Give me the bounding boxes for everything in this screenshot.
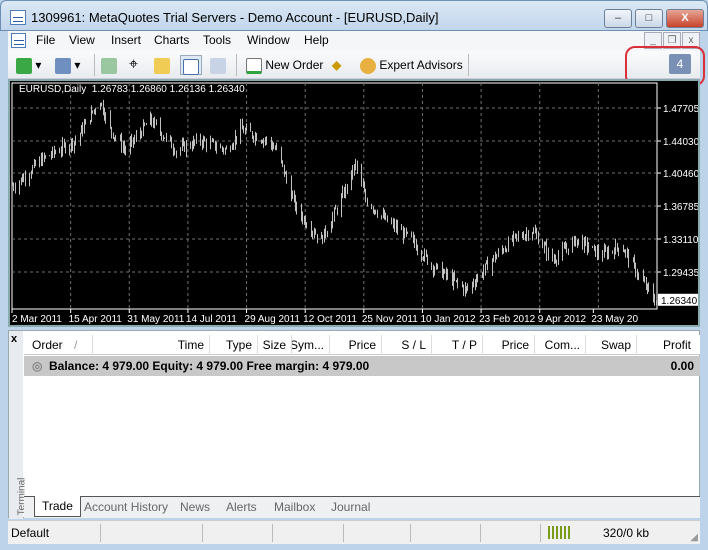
chart-canvas[interactable]: 1.47705 1.44030 1.40460 1.36785 1.33110 1.294… (10, 81, 698, 325)
close-button[interactable]: X (666, 9, 704, 28)
connection-icon (548, 526, 570, 539)
plot-border (11, 82, 658, 310)
date-tick-label: 12 Oct 2011 (303, 314, 357, 325)
minimize-button[interactable]: – (604, 9, 632, 28)
date-tick-label: 14 Jul 2011 (186, 314, 237, 325)
market-watch-icon (101, 57, 117, 74)
menu-view[interactable]: View (69, 33, 95, 47)
terminal-close-button[interactable]: x (11, 333, 17, 345)
app-icon (10, 10, 26, 25)
price-tick-label: 1.33110 (663, 235, 698, 246)
tester-button[interactable] (210, 55, 226, 75)
menu-window[interactable]: Window (247, 33, 290, 47)
traffic-text: 320/0 kb (603, 526, 650, 540)
price-tick-label: 1.29435 (663, 268, 698, 279)
menu-tools[interactable]: Tools (203, 33, 231, 47)
terminal-sidebar: x Terminal (9, 331, 27, 519)
tab-news[interactable]: News (180, 500, 210, 514)
market-watch-button[interactable] (101, 55, 117, 75)
column-header[interactable]: Size (263, 338, 286, 352)
orders-table-header: Order Time Type Size Sym... Price S / L T / P Pr… (24, 335, 700, 355)
navigator-button[interactable] (154, 55, 170, 75)
new-order-icon (246, 57, 262, 74)
tester-icon (210, 57, 226, 74)
crosshair-button[interactable]: ⌖ (129, 55, 138, 75)
new-chart-icon (16, 57, 32, 74)
date-tick-label: 15 Apr 2011 (69, 314, 123, 325)
column-header[interactable]: Price (502, 338, 529, 352)
status-bar: Default 320/0 kb ◢ (8, 520, 700, 544)
balance-row: ◎ Balance: 4 979.00 Equity: 4 979.00 Fre… (24, 356, 700, 376)
date-tick-label: 10 Jan 2012 (420, 314, 475, 325)
alert-button[interactable]: ◆ (332, 55, 341, 75)
ohlc-values: 1.26783 1.26860 1.26136 1.26340 (91, 84, 245, 95)
date-tick-label: 31 May 2011 (127, 314, 185, 325)
column-header[interactable]: Profit (663, 338, 691, 352)
tab-mailbox[interactable]: Mailbox (274, 500, 315, 514)
new-order-button[interactable]: New Order (246, 55, 323, 75)
new-order-label: New Order (265, 58, 324, 72)
menu-charts[interactable]: Charts (154, 33, 189, 47)
column-header[interactable]: Sym... (290, 338, 324, 352)
price-tick-label: 1.40460 (663, 169, 698, 180)
date-tick-label: 23 Feb 2012 (479, 314, 536, 325)
expert-advisors-label: Expert Advisors (379, 58, 463, 72)
column-header[interactable]: Swap (601, 338, 631, 352)
new-chart-button[interactable]: ▾ (16, 55, 41, 75)
toolbar: ▾ ▾ ⌖ New Order ◆ Expert Advisors 4 (8, 51, 700, 79)
column-header[interactable]: Type (226, 338, 252, 352)
terminal-panel: x Terminal Order Time Type Size Sym... Price S… (8, 330, 700, 519)
symbol-label: EURUSD,Daily (19, 84, 87, 95)
chart-header: EURUSD,Daily 1.26783 1.26860 1.26136 1.2… (19, 84, 245, 95)
column-header[interactable]: Price (349, 338, 376, 352)
tab-alerts[interactable]: Alerts (226, 500, 257, 514)
date-tick-label: 23 May 20 (591, 314, 638, 325)
menu-help[interactable]: Help (304, 33, 329, 47)
status-dot-icon: ◎ (32, 359, 43, 373)
price-tick-label: 1.47705 (663, 104, 698, 115)
terminal-tabs: Trade Account History News Alerts Mailbox Jou… (24, 496, 700, 518)
navigator-icon (154, 57, 170, 74)
crosshair-icon: ⌖ (129, 56, 139, 73)
tab-account-history[interactable]: Account History (84, 500, 168, 514)
maximize-button[interactable]: □ (635, 9, 663, 28)
date-tick-label: 29 Aug 2011 (245, 314, 301, 325)
terminal-button[interactable] (180, 55, 202, 75)
tab-journal[interactable]: Journal (331, 500, 370, 514)
date-tick-label: 2 Mar 2011 (12, 314, 62, 325)
balance-text: Balance: 4 979.00 Equity: 4 979.00 Free … (49, 359, 370, 373)
warning-icon: ◆ (332, 58, 342, 72)
window-title: 1309961: MetaQuotes Trial Servers - Demo… (31, 10, 439, 25)
title-bar: 1309961: MetaQuotes Trial Servers - Demo… (0, 0, 708, 31)
menu-file[interactable]: File (36, 33, 55, 47)
column-header[interactable]: T / P (452, 338, 477, 352)
chart-window-icon (11, 33, 26, 48)
column-header[interactable]: Order (32, 338, 63, 352)
tab-trade[interactable]: Trade (34, 496, 81, 517)
date-tick-label: 25 Nov 2011 (362, 314, 418, 325)
profile-name: Default (11, 526, 50, 540)
date-tick-label: 9 Apr 2012 (538, 314, 587, 325)
column-header[interactable]: Com... (545, 338, 580, 352)
price-tick-label: 1.36785 (663, 202, 698, 213)
column-header[interactable]: S / L (401, 338, 426, 352)
price-tick-label: 1.44030 (663, 137, 698, 148)
profiles-button[interactable]: ▾ (55, 55, 80, 75)
profiles-icon (55, 57, 71, 74)
total-profit: 0.00 (670, 359, 694, 373)
expert-advisors-button[interactable]: Expert Advisors (360, 55, 463, 75)
menu-bar: File View Insert Charts Tools Window Hel… (8, 31, 700, 51)
column-header[interactable]: Time (178, 338, 204, 352)
terminal-icon (183, 58, 199, 75)
resize-grip-icon[interactable]: ◢ (690, 532, 698, 543)
current-price-label: 1.26340 (661, 296, 698, 307)
expert-advisors-icon (360, 57, 376, 74)
sort-icon: / (74, 338, 78, 352)
price-chart[interactable]: 1.47705 1.44030 1.40460 1.36785 1.33110 1.294… (8, 79, 700, 327)
menu-insert[interactable]: Insert (111, 33, 141, 47)
